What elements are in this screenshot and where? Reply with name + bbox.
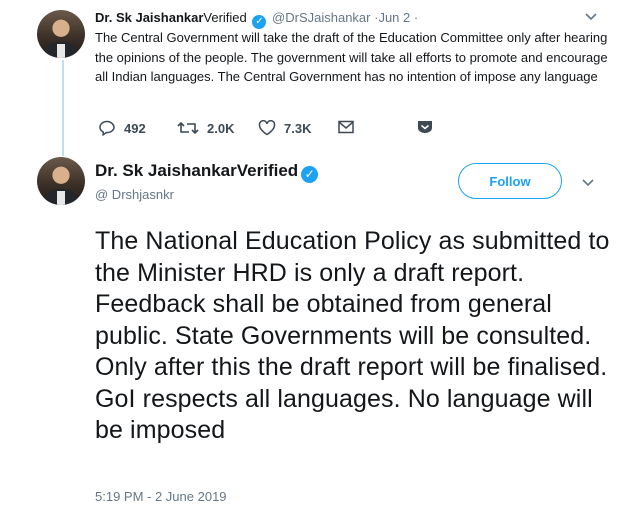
reply-count: 492 [124, 120, 146, 136]
thread-line [62, 60, 64, 156]
verified-badge-icon: ✓ [301, 166, 319, 183]
retweet-icon [177, 121, 199, 135]
verified-label: Verified [203, 10, 247, 25]
tweet-text: The Central Government will take the dra… [95, 30, 608, 84]
reply-button[interactable]: 492 [98, 120, 146, 136]
main-author-handle[interactable]: @ Drshjasnkr [95, 187, 174, 202]
like-count: 7.3K [284, 120, 312, 136]
chevron-down-icon[interactable] [585, 9, 597, 24]
bookmark-icon [418, 121, 432, 133]
author-handle[interactable]: @DrSJaishankar [272, 10, 370, 25]
chevron-down-icon[interactable] [582, 175, 594, 190]
follow-button[interactable]: Follow [458, 163, 562, 199]
verified-badge-icon: ✓ [252, 15, 267, 29]
main-author-name[interactable]: Dr. Sk JaishankarVerified ✓ [95, 161, 319, 183]
avatar[interactable] [37, 10, 85, 58]
heart-icon [258, 120, 276, 136]
retweet-button[interactable]: 2.0K [177, 120, 234, 136]
main-tweet-text: The National Education Policy as submitt… [95, 227, 610, 444]
tweet-actions: 492 2.0K 7.3K [95, 120, 615, 140]
avatar-shirt [57, 191, 65, 205]
retweet-count: 2.0K [207, 120, 235, 136]
save-button[interactable] [417, 120, 441, 134]
envelope-icon [338, 120, 354, 134]
like-button[interactable]: 7.3K [258, 120, 311, 136]
tweet-header: Dr. Sk JaishankarVerified ✓ @DrSJaishank… [95, 10, 418, 29]
author-name[interactable]: Dr. Sk Jaishankar [95, 10, 203, 25]
avatar-shirt [57, 44, 65, 58]
avatar[interactable] [37, 157, 85, 205]
reply-icon [99, 120, 115, 136]
tweet-date[interactable]: ·Jun 2 · [374, 10, 418, 25]
main-author-name-text: Dr. Sk JaishankarVerified [95, 161, 299, 180]
direct-message-button[interactable] [338, 120, 362, 134]
tweet-timestamp[interactable]: 5:19 PM - 2 June 2019 [95, 489, 227, 504]
